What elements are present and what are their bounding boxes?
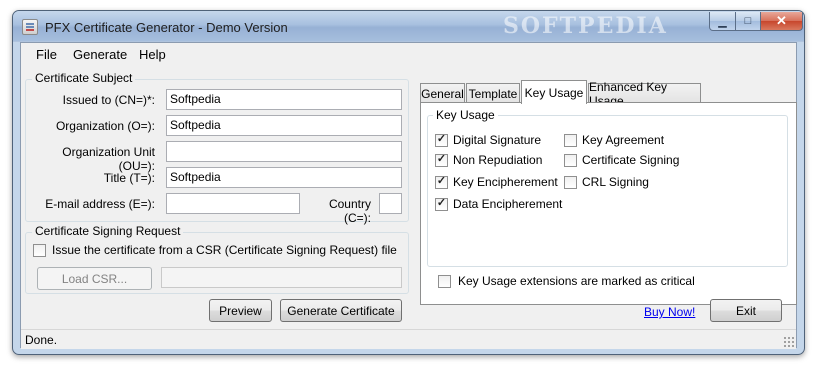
menu-generate[interactable]: Generate	[73, 47, 127, 62]
status-bar: Done.	[21, 329, 796, 349]
maximize-button[interactable]: □	[735, 12, 761, 31]
menu-bar: File Generate Help	[21, 43, 796, 65]
buy-now-link[interactable]: Buy Now!	[644, 305, 695, 319]
cn-field[interactable]: Softpedia	[166, 89, 402, 110]
tab-key-usage[interactable]: Key Usage	[521, 80, 587, 104]
minimize-icon: ▁	[718, 15, 727, 28]
country-field[interactable]	[379, 193, 402, 214]
app-window: PFX Certificate Generator - Demo Version…	[12, 10, 805, 355]
crl-signing-checkbox[interactable]	[564, 176, 577, 189]
o-field[interactable]: Softpedia	[166, 115, 402, 136]
title-label: Title (T=):	[103, 171, 155, 185]
close-icon: ✕	[776, 13, 787, 28]
critical-label[interactable]: Key Usage extensions are marked as criti…	[458, 274, 695, 288]
load-csr-button[interactable]: Load CSR...	[37, 267, 152, 290]
preview-button[interactable]: Preview	[209, 299, 272, 322]
key-usage-panel: Key Usage Digital Signature Non Repudiat…	[420, 102, 797, 305]
tab-template[interactable]: Template	[466, 83, 520, 103]
digital-signature-checkbox[interactable]	[435, 134, 448, 147]
email-label: E-mail address (E=):	[45, 197, 155, 211]
watermark-logo: SOFTPEDIA	[503, 13, 668, 39]
tab-enhanced-key-usage[interactable]: Enhanced Key Usage	[588, 80, 701, 108]
close-button[interactable]: ✕	[760, 12, 803, 31]
csr-group-title: Certificate Signing Request	[32, 224, 184, 238]
ou-field[interactable]	[166, 141, 402, 162]
cn-label: Issued to (CN=)*:	[62, 93, 155, 107]
maximize-icon: □	[744, 15, 752, 27]
resize-grip-icon[interactable]	[783, 336, 794, 347]
csr-checkbox[interactable]	[33, 244, 46, 257]
non-repudiation-checkbox[interactable]	[435, 154, 448, 167]
key-usage-group-title: Key Usage	[433, 108, 498, 122]
key-agreement-checkbox[interactable]	[564, 134, 577, 147]
key-agreement-label[interactable]: Key Agreement	[582, 133, 664, 147]
digital-signature-label[interactable]: Digital Signature	[453, 133, 541, 147]
country-label: Country (C=):	[328, 197, 371, 225]
ou-label: Organization Unit (OU=):	[62, 145, 155, 173]
certificate-signing-label[interactable]: Certificate Signing	[582, 153, 679, 167]
window-title: PFX Certificate Generator - Demo Version	[45, 20, 288, 35]
app-icon[interactable]	[22, 19, 38, 35]
status-text: Done.	[25, 333, 58, 347]
critical-checkbox[interactable]	[438, 275, 451, 288]
title-bar[interactable]: PFX Certificate Generator - Demo Version…	[13, 11, 804, 41]
title-field[interactable]: Softpedia	[166, 167, 402, 188]
data-encipherement-label[interactable]: Data Encipherement	[453, 197, 562, 211]
crl-signing-label[interactable]: CRL Signing	[582, 175, 649, 189]
client-area: File Generate Help Certificate Subject I…	[20, 42, 797, 349]
menu-file[interactable]: File	[36, 47, 57, 62]
key-encipherement-checkbox[interactable]	[435, 176, 448, 189]
email-field[interactable]	[166, 193, 300, 214]
csr-checkbox-label[interactable]: Issue the certificate from a CSR (Certif…	[52, 243, 397, 257]
non-repudiation-label[interactable]: Non Repudiation	[453, 153, 542, 167]
exit-button[interactable]: Exit	[710, 299, 782, 322]
menu-help[interactable]: Help	[139, 47, 166, 62]
tab-general[interactable]: General	[420, 83, 465, 103]
certificate-signing-checkbox[interactable]	[564, 154, 577, 167]
minimize-button[interactable]: ▁	[709, 12, 736, 31]
data-encipherement-checkbox[interactable]	[435, 198, 448, 211]
o-label: Organization (O=):	[55, 119, 155, 133]
generate-certificate-button[interactable]: Generate Certificate	[280, 299, 402, 322]
key-encipherement-label[interactable]: Key Encipherement	[453, 175, 558, 189]
certificate-subject-title: Certificate Subject	[32, 71, 136, 85]
csr-path-field[interactable]	[161, 267, 402, 288]
